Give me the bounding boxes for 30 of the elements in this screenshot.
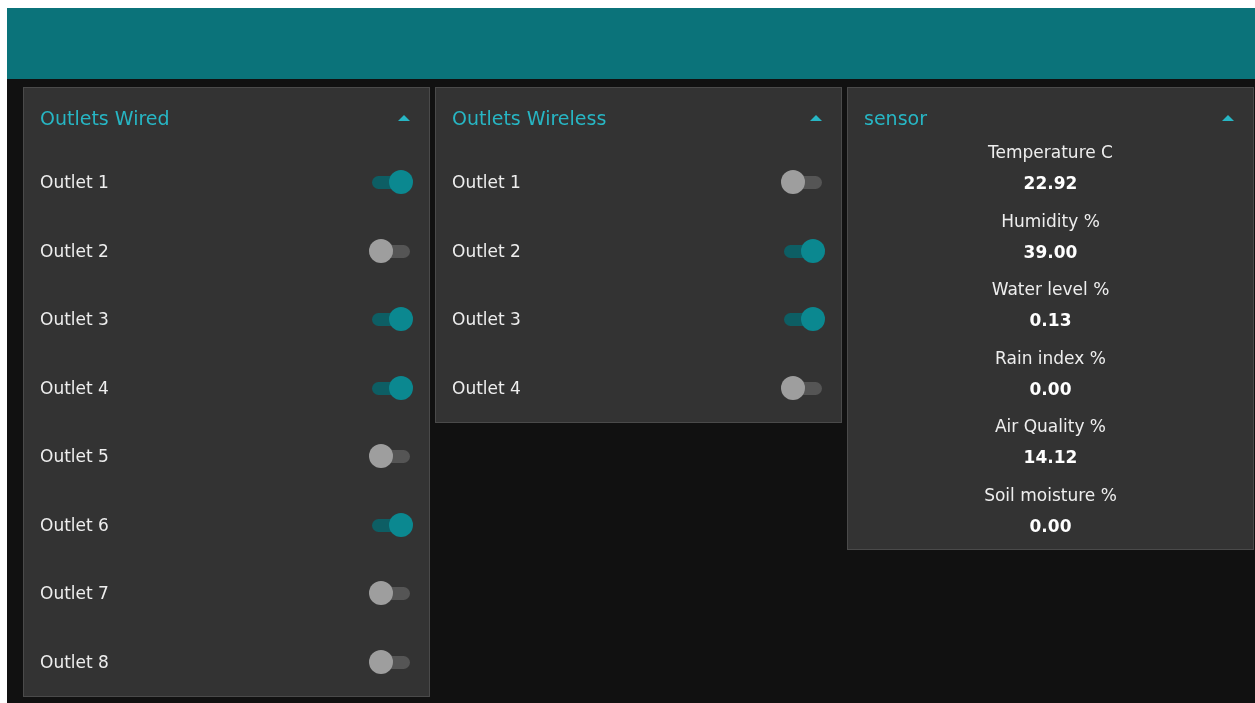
- sensor-value: 14.12: [1023, 446, 1078, 469]
- sensor-label: Air Quality %: [994, 415, 1107, 438]
- outlet-label: Outlet 1: [452, 172, 521, 193]
- outlet-label: Outlet 2: [40, 240, 109, 261]
- collapse-caret-icon[interactable]: [809, 114, 823, 122]
- outlet-label: Outlet 4: [452, 377, 521, 398]
- sensor-label: Rain index %: [995, 346, 1106, 370]
- group-title: sensor: [864, 107, 927, 129]
- sensor-label: Water level %: [991, 278, 1110, 301]
- outlet-label: Outlet 3: [452, 309, 521, 330]
- outlet-label: Outlet 7: [40, 583, 109, 604]
- outlet-label: Outlet 5: [40, 446, 109, 467]
- outlet-label: Outlet 4: [40, 377, 109, 398]
- outlet-label: Outlet 6: [40, 514, 109, 535]
- sensor-label: Temperature C: [988, 141, 1113, 164]
- outlet-label: Outlet 8: [40, 651, 109, 672]
- outlet-label: Outlet 2: [452, 240, 521, 261]
- group-title: Outlets Wired: [40, 107, 170, 129]
- sensor-value: 0.00: [1029, 514, 1072, 538]
- sensor-label: Soil moisture %: [984, 483, 1117, 507]
- sensor-value: 0.13: [1029, 309, 1072, 332]
- group-title: Outlets Wireless: [452, 107, 607, 129]
- sensor-value: 0.00: [1029, 377, 1072, 401]
- outlet-label: Outlet 3: [40, 309, 109, 330]
- collapse-caret-icon[interactable]: [1221, 114, 1235, 122]
- outlet-label: Outlet 1: [40, 172, 109, 193]
- collapse-caret-icon[interactable]: [397, 114, 411, 122]
- sensor-value: 22.92: [1023, 172, 1078, 195]
- sensor-label: Humidity %: [1001, 209, 1100, 233]
- sensor-value: 39.00: [1023, 240, 1078, 264]
